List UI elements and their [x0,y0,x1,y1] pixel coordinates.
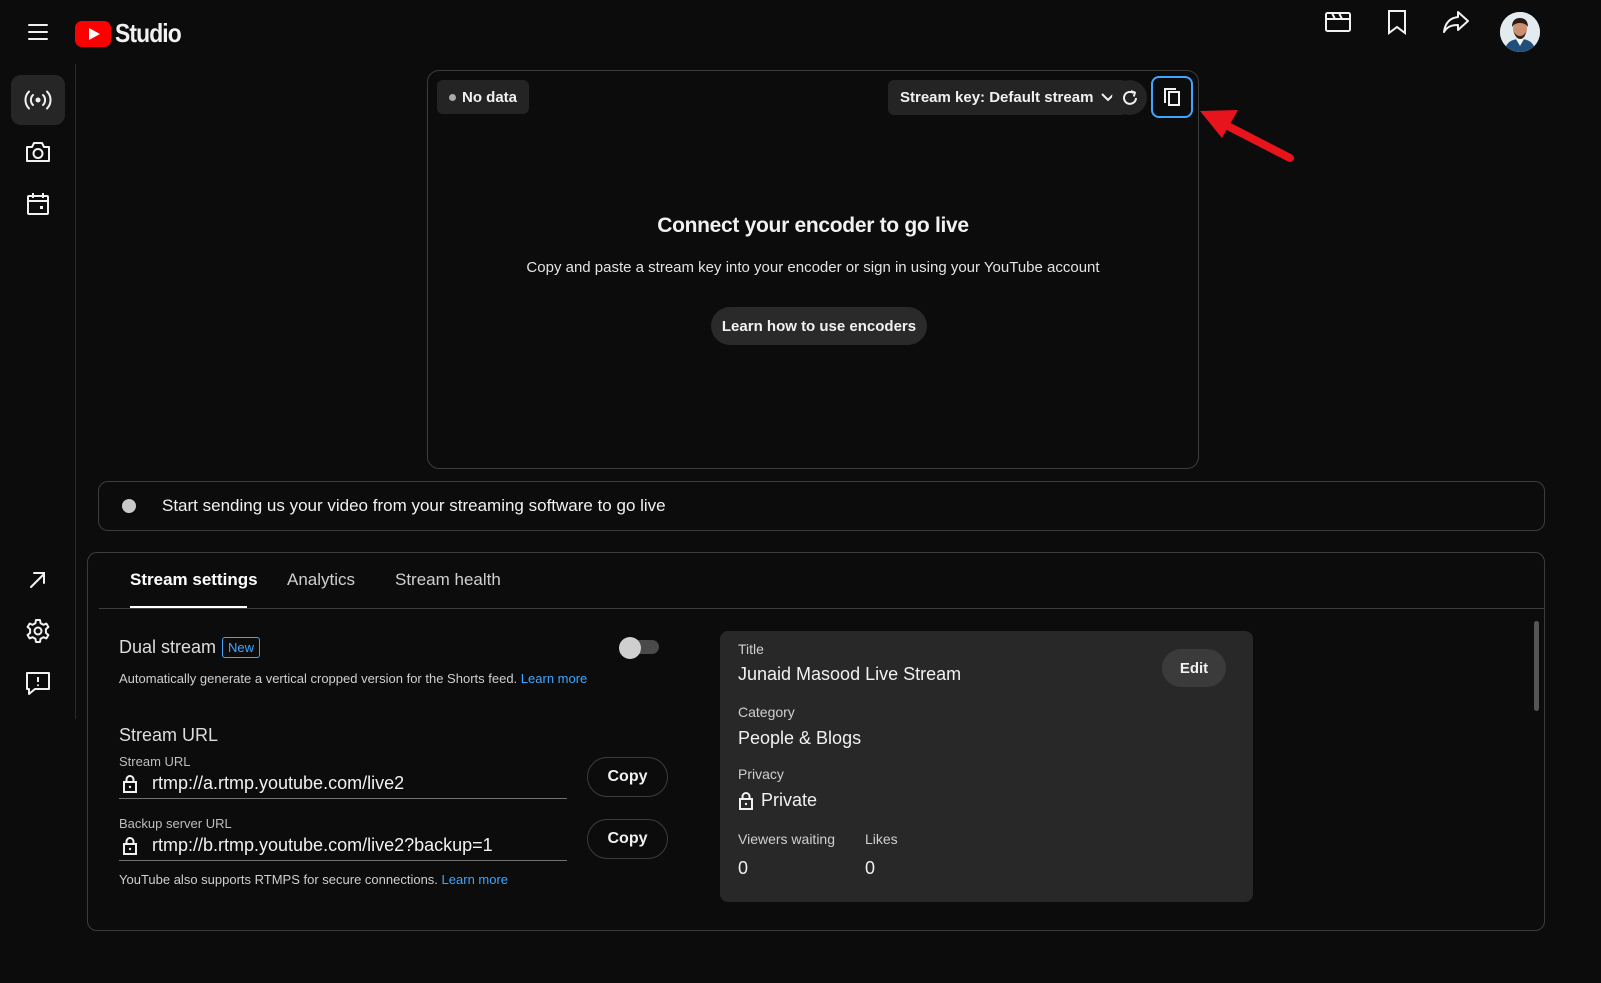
dual-stream-desc-text: Automatically generate a vertical croppe… [119,671,518,686]
clapperboard-icon[interactable] [1320,4,1356,40]
bookmark-icon[interactable] [1379,4,1415,40]
connect-subtitle: Copy and paste a stream key into your en… [526,259,1100,276]
toggle-knob [619,637,641,659]
tab-stream-settings[interactable]: Stream settings [130,570,258,590]
viewers-waiting-value: 0 [738,858,749,878]
sidebar-item-webcam[interactable] [11,127,65,177]
annotation-arrow-icon [1200,110,1294,162]
backup-url-field[interactable]: rtmp://b.rtmp.youtube.com/live2?backup=1 [119,831,567,861]
stream-settings-panel: Stream settings Analytics Stream health … [87,552,1545,931]
rtmps-note: YouTube also supports RTMPS for secure c… [119,872,508,887]
sidebar-item-settings[interactable] [11,606,65,656]
category-value: People & Blogs [738,728,862,748]
stream-info-card: Title Junaid Masood Live Stream Edit Cat… [720,631,1253,902]
stream-key-label: Stream key: Default stream [900,89,1094,106]
copy-backup-url-button[interactable]: Copy [587,819,668,859]
rtmps-learn-more-link[interactable]: Learn more [442,872,508,887]
status-badge: No data [437,80,530,114]
sidebar-item-feedback[interactable] [11,658,65,708]
dual-stream-toggle[interactable] [619,637,659,659]
stream-url-value: rtmp://a.rtmp.youtube.com/live2 [152,773,405,793]
menu-icon[interactable] [20,16,56,48]
dual-stream-learn-more-link[interactable]: Learn more [521,671,587,686]
lock-icon [739,791,753,810]
sidebar [0,64,76,983]
logo-text: Studio [115,18,182,48]
status-message: Start sending us your video from your st… [162,496,666,515]
viewers-waiting-label: Viewers waiting [738,831,836,847]
calendar-icon [27,193,49,215]
go-live-status-bar: Start sending us your video from your st… [98,481,1545,531]
sidebar-item-schedule[interactable] [11,179,65,229]
lock-icon [119,774,141,794]
gear-icon [26,619,50,643]
copy-stream-key-button[interactable] [1151,76,1193,118]
stream-url-label: Stream URL [119,754,191,769]
sidebar-item-open-external[interactable] [11,555,65,605]
new-badge: New [222,637,261,658]
youtube-studio-logo[interactable]: Studio [75,18,190,49]
connect-title: Connect your encoder to go live [657,214,969,237]
top-bar: Studio [0,0,1601,64]
external-link-icon [30,572,45,588]
lock-icon [119,836,141,856]
status-label: No data [462,88,518,106]
share-icon[interactable] [1438,4,1474,40]
tab-divider [99,608,1545,609]
stream-url-field[interactable]: rtmp://a.rtmp.youtube.com/live2 [119,769,567,799]
scrollbar[interactable] [1534,621,1539,711]
title-label: Title [738,641,764,657]
sidebar-item-live[interactable] [11,75,65,125]
tab-stream-health[interactable]: Stream health [395,570,501,590]
backup-url-label: Backup server URL [119,816,232,831]
status-dot [449,93,456,101]
rtmps-note-text: YouTube also supports RTMPS for secure c… [119,872,438,887]
refresh-button[interactable] [1112,80,1147,115]
camera-icon [26,142,50,162]
backup-url-value: rtmp://b.rtmp.youtube.com/live2?backup=1 [152,835,493,855]
live-icon [24,90,52,110]
likes-value: 0 [865,858,876,878]
youtube-logo-icon [75,20,111,47]
copy-stream-url-button[interactable]: Copy [587,757,668,797]
refresh-icon [1122,89,1137,105]
stream-key-dropdown[interactable]: Stream key: Default stream [888,80,1128,115]
category-label: Category [738,704,795,720]
avatar[interactable] [1500,12,1540,52]
status-indicator-dot [122,499,136,513]
title-value: Junaid Masood Live Stream [738,664,962,684]
likes-label: Likes [865,831,898,847]
stream-preview: No data Stream key: Default stream Conne… [427,70,1199,469]
dual-stream-label: Dual stream [119,637,217,657]
privacy-value-row: Private [738,790,817,811]
stream-url-heading: Stream URL [119,725,219,745]
edit-button[interactable]: Edit [1162,649,1226,687]
learn-encoders-button[interactable]: Learn how to use encoders [711,307,927,345]
privacy-value: Private [761,790,818,810]
feedback-icon [26,672,50,695]
privacy-label: Privacy [738,766,784,782]
copy-icon [1164,88,1180,106]
tab-analytics[interactable]: Analytics [287,570,355,590]
dual-stream-description: Automatically generate a vertical croppe… [119,671,587,686]
